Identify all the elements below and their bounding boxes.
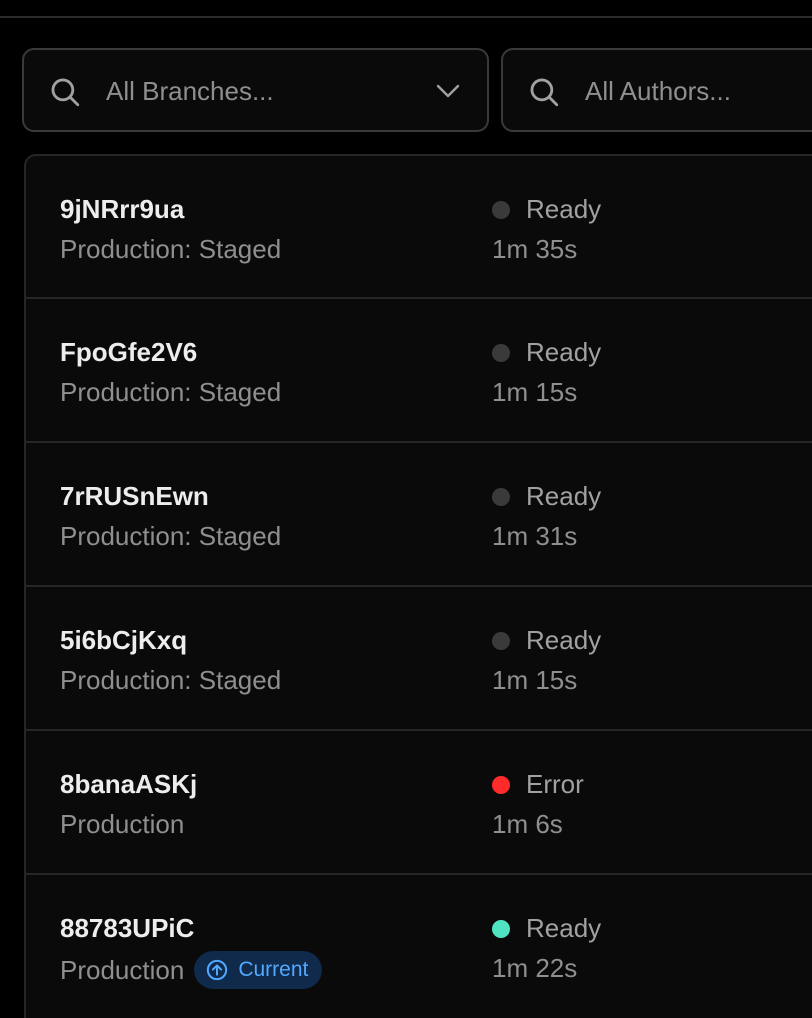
deployment-row[interactable]: 8banaASKj Production Error 1m 6s [26,731,812,875]
environment-label: Production: Staged [60,521,282,551]
deployment-row[interactable]: FpoGfe2V6 Production: Staged Ready 1m 15… [26,299,812,443]
deployments-page: All Branches... All Authors... 9jNRrr9ua… [0,0,812,1018]
branch-filter[interactable]: All Branches... [22,48,489,132]
chevron-down-icon[interactable] [435,80,461,102]
environment-label: Production: Staged [60,665,282,695]
status-label: Ready [526,194,602,224]
arrow-up-circle-icon [207,959,228,981]
deployment-row[interactable]: 5i6bCjKxq Production: Staged Ready 1m 15… [26,587,812,731]
status-dot [492,488,510,506]
build-duration: 1m 31s [492,521,578,551]
branch-filter-placeholder: All Branches... [106,76,274,106]
deployment-id[interactable]: 9jNRrr9ua [60,192,184,226]
build-duration: 1m 15s [492,377,578,407]
status-label: Ready [526,913,602,943]
build-duration: 1m 15s [492,665,578,695]
deployment-environment: Production [60,807,184,841]
environment-label: Production [60,955,185,985]
status-dot [492,344,510,362]
deployment-list: 9jNRrr9ua Production: Staged Ready 1m 35… [24,154,812,1018]
status-dot [492,920,510,938]
current-badge-label: Current [238,958,309,981]
header-divider [0,16,812,18]
status-dot [492,632,510,650]
search-icon [530,78,559,107]
current-badge: Current [194,951,323,989]
deployment-id[interactable]: 8banaASKj [60,767,197,801]
author-filter-placeholder: All Authors... [585,76,731,106]
environment-label: Production [60,809,185,839]
environment-label: Production: Staged [60,234,282,264]
search-icon [51,78,80,107]
status-dot [492,201,510,219]
deployment-row[interactable]: 9jNRrr9ua Production: Staged Ready 1m 35… [26,156,812,299]
deployment-id[interactable]: FpoGfe2V6 [60,335,197,369]
deployment-environment: Production: Staged [60,663,281,697]
build-duration: 1m 35s [492,234,578,264]
deployment-environment: Production Current [60,951,323,989]
deployment-row[interactable]: 88783UPiC Production Current Ready 1m 22… [26,875,812,1018]
status-label: Ready [526,625,602,655]
author-filter[interactable]: All Authors... [501,48,812,132]
deployment-environment: Production: Staged [60,375,281,409]
build-duration: 1m 6s [492,809,563,839]
deployment-environment: Production: Staged [60,232,281,266]
deployment-id[interactable]: 7rRUSnEwn [60,479,209,513]
deployment-id[interactable]: 5i6bCjKxq [60,623,187,657]
build-duration: 1m 22s [492,953,578,983]
status-label: Ready [526,337,602,367]
status-label: Error [526,769,584,799]
status-dot [492,776,510,794]
status-label: Ready [526,481,602,511]
deployment-environment: Production: Staged [60,519,281,553]
environment-label: Production: Staged [60,377,282,407]
deployment-row[interactable]: 7rRUSnEwn Production: Staged Ready 1m 31… [26,443,812,587]
deployment-id[interactable]: 88783UPiC [60,911,194,945]
